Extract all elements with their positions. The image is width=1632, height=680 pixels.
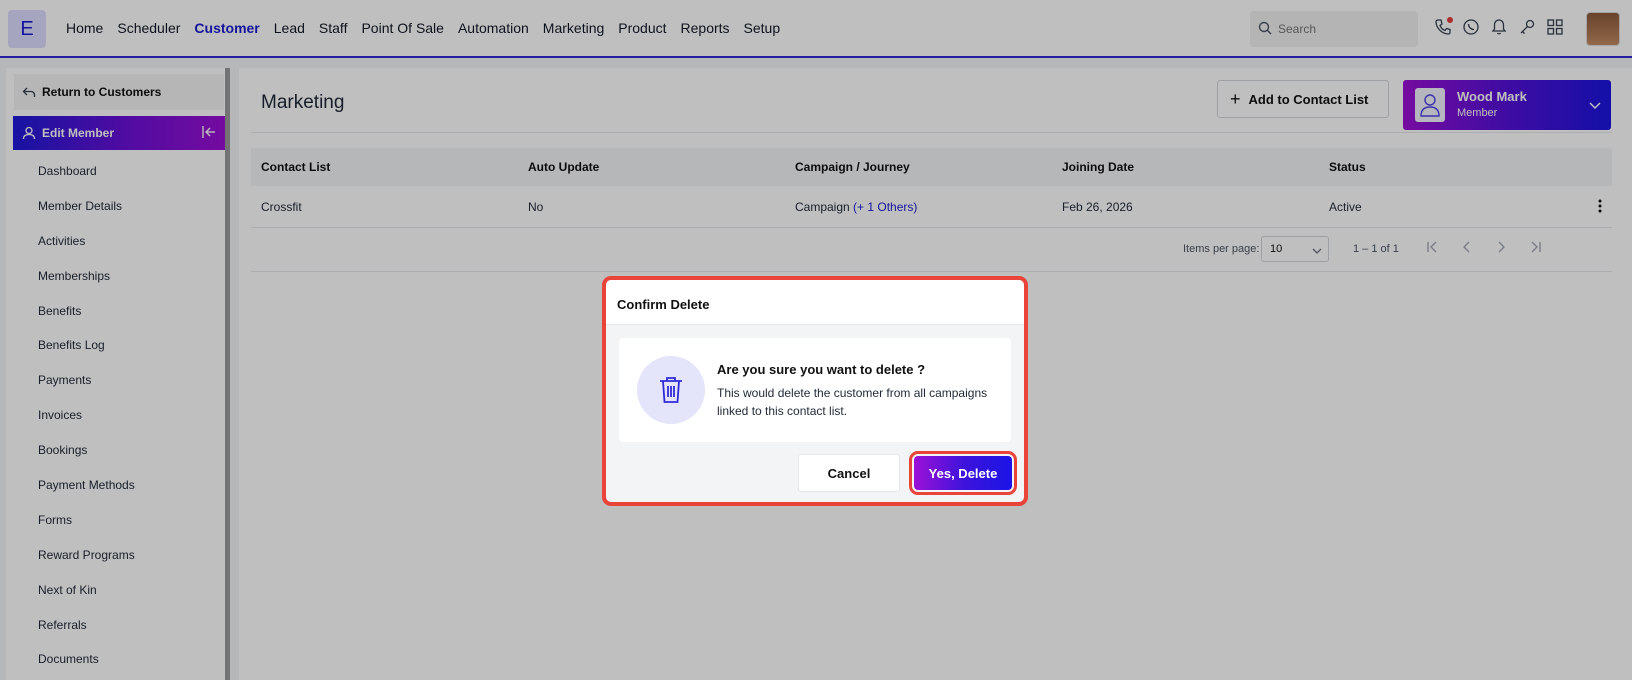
- dialog-header: Confirm Delete: [606, 280, 1024, 325]
- dialog-body: Are you sure you want to delete ? This w…: [619, 338, 1011, 442]
- cancel-button[interactable]: Cancel: [798, 454, 900, 492]
- dialog-question: Are you sure you want to delete ?: [717, 362, 926, 377]
- dialog-title: Confirm Delete: [617, 297, 710, 312]
- dialog-description: This would delete the customer from all …: [717, 386, 988, 418]
- confirm-delete-highlight: Yes, Delete: [909, 451, 1017, 495]
- yes-delete-button[interactable]: Yes, Delete: [914, 456, 1012, 490]
- confirm-delete-dialog: Confirm Delete Are you sure you want to …: [602, 276, 1028, 506]
- trash-icon: [637, 356, 705, 424]
